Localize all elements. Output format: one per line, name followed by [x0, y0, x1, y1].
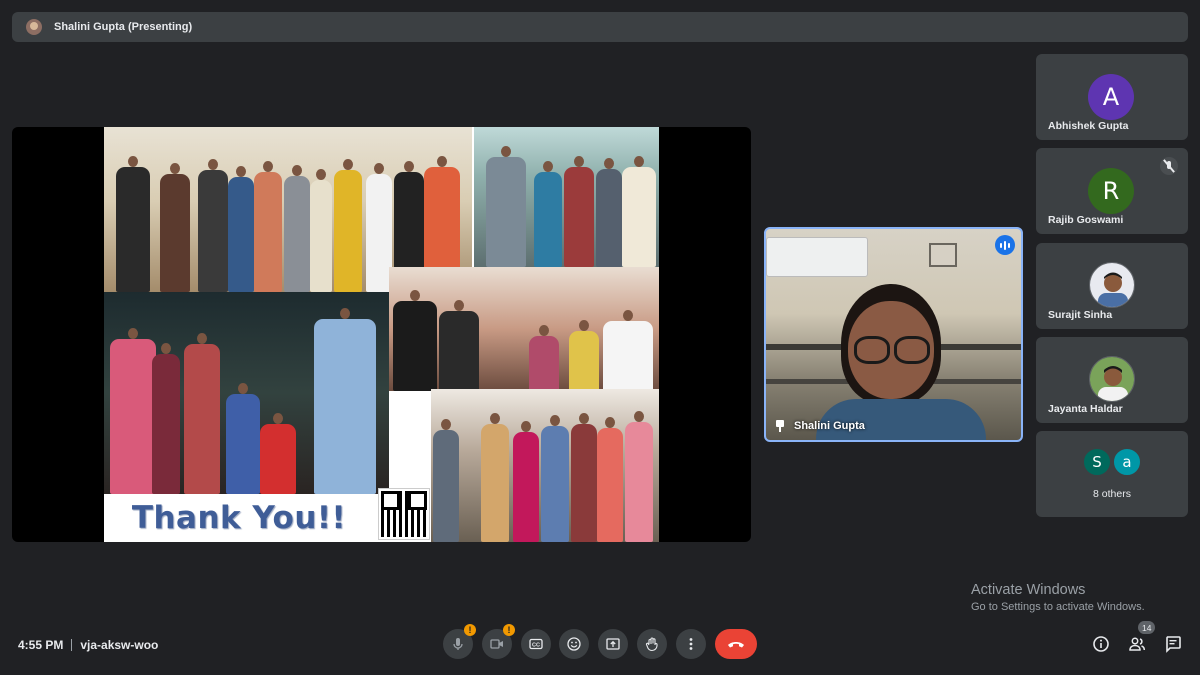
svg-text:CC: CC	[532, 643, 540, 649]
pinned-participant-tile[interactable]: Shalini Gupta	[764, 227, 1023, 442]
mic-off-icon	[1160, 157, 1178, 175]
group-photo-5	[431, 389, 659, 542]
participant-tile-abhishek[interactable]: A Abhishek Gupta	[1036, 54, 1188, 140]
speaking-indicator-icon	[995, 235, 1015, 255]
group-photo-4	[389, 267, 659, 391]
info-icon	[1093, 636, 1109, 652]
others-tile[interactable]: S a 8 others	[1036, 431, 1188, 517]
more-options-button[interactable]	[676, 629, 706, 659]
raise-hand-icon	[645, 637, 658, 652]
avatar: S	[1082, 447, 1112, 477]
avatar: a	[1112, 447, 1142, 477]
meeting-code: vja-aksw-woo	[80, 638, 159, 652]
thank-you-text: Thank You!!	[131, 500, 347, 536]
participant-tile-rajib[interactable]: R Rajib Goswami	[1036, 148, 1188, 234]
end-call-button[interactable]	[715, 629, 757, 659]
chat-button[interactable]	[1163, 634, 1183, 654]
emoji-button[interactable]	[559, 629, 589, 659]
warning-badge: !	[464, 624, 476, 636]
camera-button[interactable]: !	[482, 624, 515, 659]
microphone-button[interactable]: !	[443, 624, 476, 659]
more-options-icon	[689, 638, 693, 650]
presentation-stage[interactable]: Thank You!!	[12, 127, 751, 542]
avatar: A	[1088, 74, 1134, 120]
people-icon	[1129, 637, 1146, 651]
captions-icon: CC	[529, 638, 543, 650]
bottom-toolbar: 4:55 PM vja-aksw-woo ! ! CC 14	[0, 620, 1200, 670]
participant-name: Surajit Sinha	[1048, 309, 1113, 321]
participant-tile-surajit[interactable]: Surajit Sinha	[1036, 243, 1188, 329]
activation-watermark: Activate Windows Go to Settings to activ…	[971, 582, 1145, 613]
participant-name: Rajib Goswami	[1048, 214, 1124, 226]
others-label: 8 others	[1093, 488, 1131, 500]
group-photo-3	[104, 292, 389, 494]
pin-icon[interactable]	[774, 420, 786, 432]
clock: 4:55 PM	[18, 638, 64, 652]
emoji-icon	[567, 637, 581, 651]
participant-name: Abhishek Gupta	[1048, 120, 1129, 132]
qr-code-icon	[378, 488, 430, 540]
avatar	[1089, 356, 1135, 402]
presentation-slide: Thank You!!	[104, 127, 659, 542]
chat-icon	[1166, 636, 1181, 653]
captions-button[interactable]: CC	[521, 629, 551, 659]
present-icon	[606, 638, 620, 650]
warning-badge: !	[503, 624, 515, 636]
participant-name: Jayanta Haldar	[1048, 403, 1123, 415]
presenter-label: Shalini Gupta (Presenting)	[54, 21, 193, 33]
meeting-info-button[interactable]	[1091, 634, 1111, 654]
presenting-bar: Shalini Gupta (Presenting)	[12, 12, 1188, 42]
microphone-icon	[453, 638, 463, 650]
participant-name: Shalini Gupta	[794, 420, 865, 432]
raise-hand-button[interactable]	[637, 629, 667, 659]
people-button[interactable]	[1127, 634, 1147, 654]
presenter-avatar	[26, 19, 42, 35]
avatar	[1089, 262, 1135, 308]
avatar: R	[1088, 168, 1134, 214]
participant-tile-jayanta[interactable]: Jayanta Haldar	[1036, 337, 1188, 423]
camera-icon	[490, 639, 503, 649]
group-photo-2	[474, 127, 659, 267]
people-count-badge: 14	[1138, 621, 1156, 634]
present-button[interactable]	[598, 629, 628, 659]
end-call-icon	[728, 642, 744, 648]
